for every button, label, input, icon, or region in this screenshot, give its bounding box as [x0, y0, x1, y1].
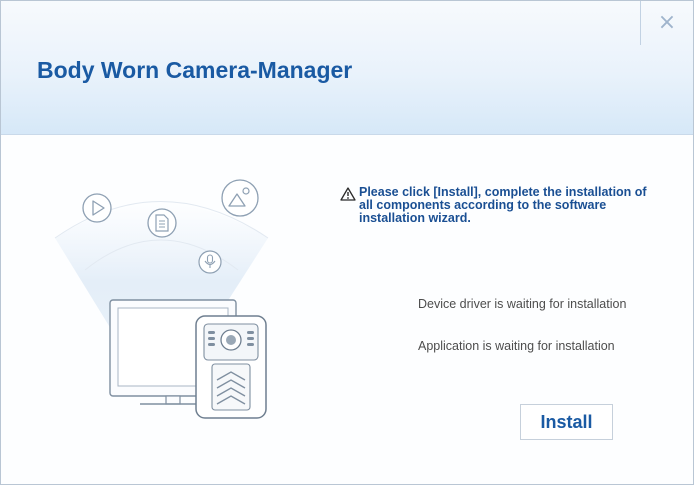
device-illustration: [54, 179, 269, 419]
install-button[interactable]: Install: [520, 404, 613, 440]
application-status: Application is waiting for installation: [418, 339, 615, 353]
microphone-icon: [198, 250, 222, 274]
warning-triangle-icon: [340, 187, 356, 201]
driver-status: Device driver is waiting for installatio…: [418, 297, 627, 311]
close-button[interactable]: ×: [640, 1, 693, 45]
app-title: Body Worn Camera-Manager: [37, 57, 353, 83]
body-camera-icon: [195, 315, 267, 419]
header-banner: Body Worn Camera-Manager ×: [1, 1, 693, 135]
image-icon: [221, 179, 259, 217]
notice-text: Please click [Install], complete the ins…: [359, 185, 647, 225]
play-icon: [82, 193, 112, 223]
document-icon: [147, 208, 177, 238]
